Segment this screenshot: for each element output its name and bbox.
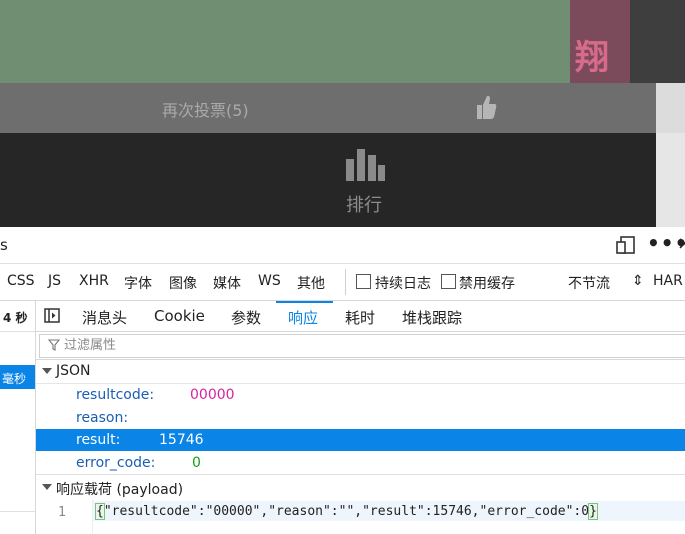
request-list-header: 4 秒 — [0, 301, 35, 332]
app-edge-light — [656, 133, 685, 227]
ranking-label: 排行 — [346, 195, 382, 216]
timing-header: 4 秒 — [3, 311, 28, 325]
payload-section-label: 响应载荷 (payload) — [56, 482, 184, 498]
close-brace: } — [588, 503, 598, 520]
json-value: 0 — [192, 455, 201, 471]
har-menu[interactable]: HAR — [653, 273, 683, 289]
blurred-background — [0, 0, 570, 83]
tab-stack-trace[interactable]: 堆栈跟踪 — [402, 307, 462, 328]
thumbs-up-icon[interactable] — [474, 93, 498, 121]
code-line[interactable]: {"resultcode":"00000","reason":"","resul… — [93, 501, 685, 521]
payload-body: "resultcode":"00000","reason":"","result… — [103, 504, 590, 519]
devtools-titlebar: s ••• × — [0, 227, 685, 264]
toggle-panel-icon[interactable] — [44, 308, 60, 323]
devtools-title-fragment: s — [0, 236, 8, 254]
filter-properties-bar — [36, 332, 685, 360]
json-key: resultcode: — [76, 387, 155, 403]
filter-other[interactable]: 其他 — [297, 273, 325, 293]
detail-tabs: 消息头 Cookie 参数 响应 耗时 堆栈跟踪 — [36, 301, 685, 332]
open-brace: { — [95, 503, 105, 520]
network-filter-bar: CSS JS XHR 字体 图像 媒体 WS 其他 持续日志 禁用缓存 不节流 … — [0, 264, 685, 301]
throttle-select[interactable]: 不节流 — [568, 273, 610, 293]
app-edge-light — [656, 83, 685, 133]
filter-ws[interactable]: WS — [258, 273, 281, 289]
json-row-result[interactable]: result: 15746 — [36, 429, 685, 451]
filter-properties-input[interactable] — [64, 336, 364, 354]
payload-code-viewer[interactable]: 1 {"resultcode":"00000","reason":"","res… — [36, 499, 685, 534]
tab-headers[interactable]: 消息头 — [82, 307, 127, 328]
json-row-reason[interactable]: reason: — [36, 407, 685, 429]
tab-timings[interactable]: 耗时 — [345, 307, 375, 328]
disable-cache-checkbox[interactable] — [441, 274, 456, 289]
app-preview-image: 翔 — [0, 0, 685, 83]
tab-cookie[interactable]: Cookie — [154, 307, 205, 325]
filter-media[interactable]: 媒体 — [213, 273, 241, 293]
toolbar-divider — [345, 269, 346, 295]
filter-image[interactable]: 图像 — [169, 273, 197, 293]
json-value: 00000 — [190, 387, 235, 403]
dock-side-icon[interactable] — [616, 235, 636, 255]
divider — [0, 511, 35, 512]
payload-section-header[interactable]: 响应载荷 (payload) — [36, 474, 685, 500]
dark-edge — [630, 0, 685, 83]
json-row-error-code[interactable]: error_code: 0 — [36, 452, 685, 474]
throttle-arrow-icon[interactable]: ⇕ — [632, 273, 644, 289]
persist-logs-label: 持续日志 — [375, 276, 431, 292]
active-tab-indicator — [276, 301, 333, 303]
selected-request-row[interactable]: 毫秒 — [0, 365, 35, 389]
persist-logs-checkbox[interactable] — [356, 274, 371, 289]
collapse-triangle-icon[interactable] — [42, 484, 52, 490]
json-key: result: — [76, 432, 121, 448]
json-section-header[interactable]: JSON — [36, 360, 685, 384]
partial-glyph: 翔 — [575, 38, 609, 78]
bar-chart-icon — [346, 149, 385, 181]
vote-again-label: 再次投票(5) — [162, 101, 249, 120]
payload-text: {"resultcode":"00000","reason":"","resul… — [95, 503, 598, 520]
line-number: 1 — [58, 505, 66, 520]
json-row-resultcode[interactable]: resultcode: 00000 — [36, 384, 685, 406]
filter-css[interactable]: CSS — [7, 273, 35, 289]
filter-js[interactable]: JS — [48, 273, 61, 289]
tab-params[interactable]: 参数 — [231, 307, 261, 328]
json-key: error_code: — [76, 455, 156, 471]
request-list-column: 4 秒 毫秒 — [0, 301, 36, 534]
filter-xhr[interactable]: XHR — [79, 273, 109, 289]
filter-funnel-icon — [48, 339, 60, 351]
close-icon[interactable]: × — [677, 233, 685, 254]
json-section-label: JSON — [56, 363, 91, 379]
selected-request-timing: 毫秒 — [2, 372, 27, 386]
collapse-triangle-icon[interactable] — [42, 368, 52, 374]
json-key: reason: — [76, 410, 129, 426]
vote-again-bar[interactable]: 再次投票(5) — [0, 83, 656, 133]
line-gutter: 1 — [36, 499, 93, 534]
json-value: 15746 — [159, 432, 204, 448]
tab-response[interactable]: 响应 — [288, 307, 318, 328]
disable-cache-label: 禁用缓存 — [459, 276, 515, 292]
filter-font[interactable]: 字体 — [124, 273, 152, 293]
ranking-tab[interactable]: 排行 — [0, 133, 656, 227]
